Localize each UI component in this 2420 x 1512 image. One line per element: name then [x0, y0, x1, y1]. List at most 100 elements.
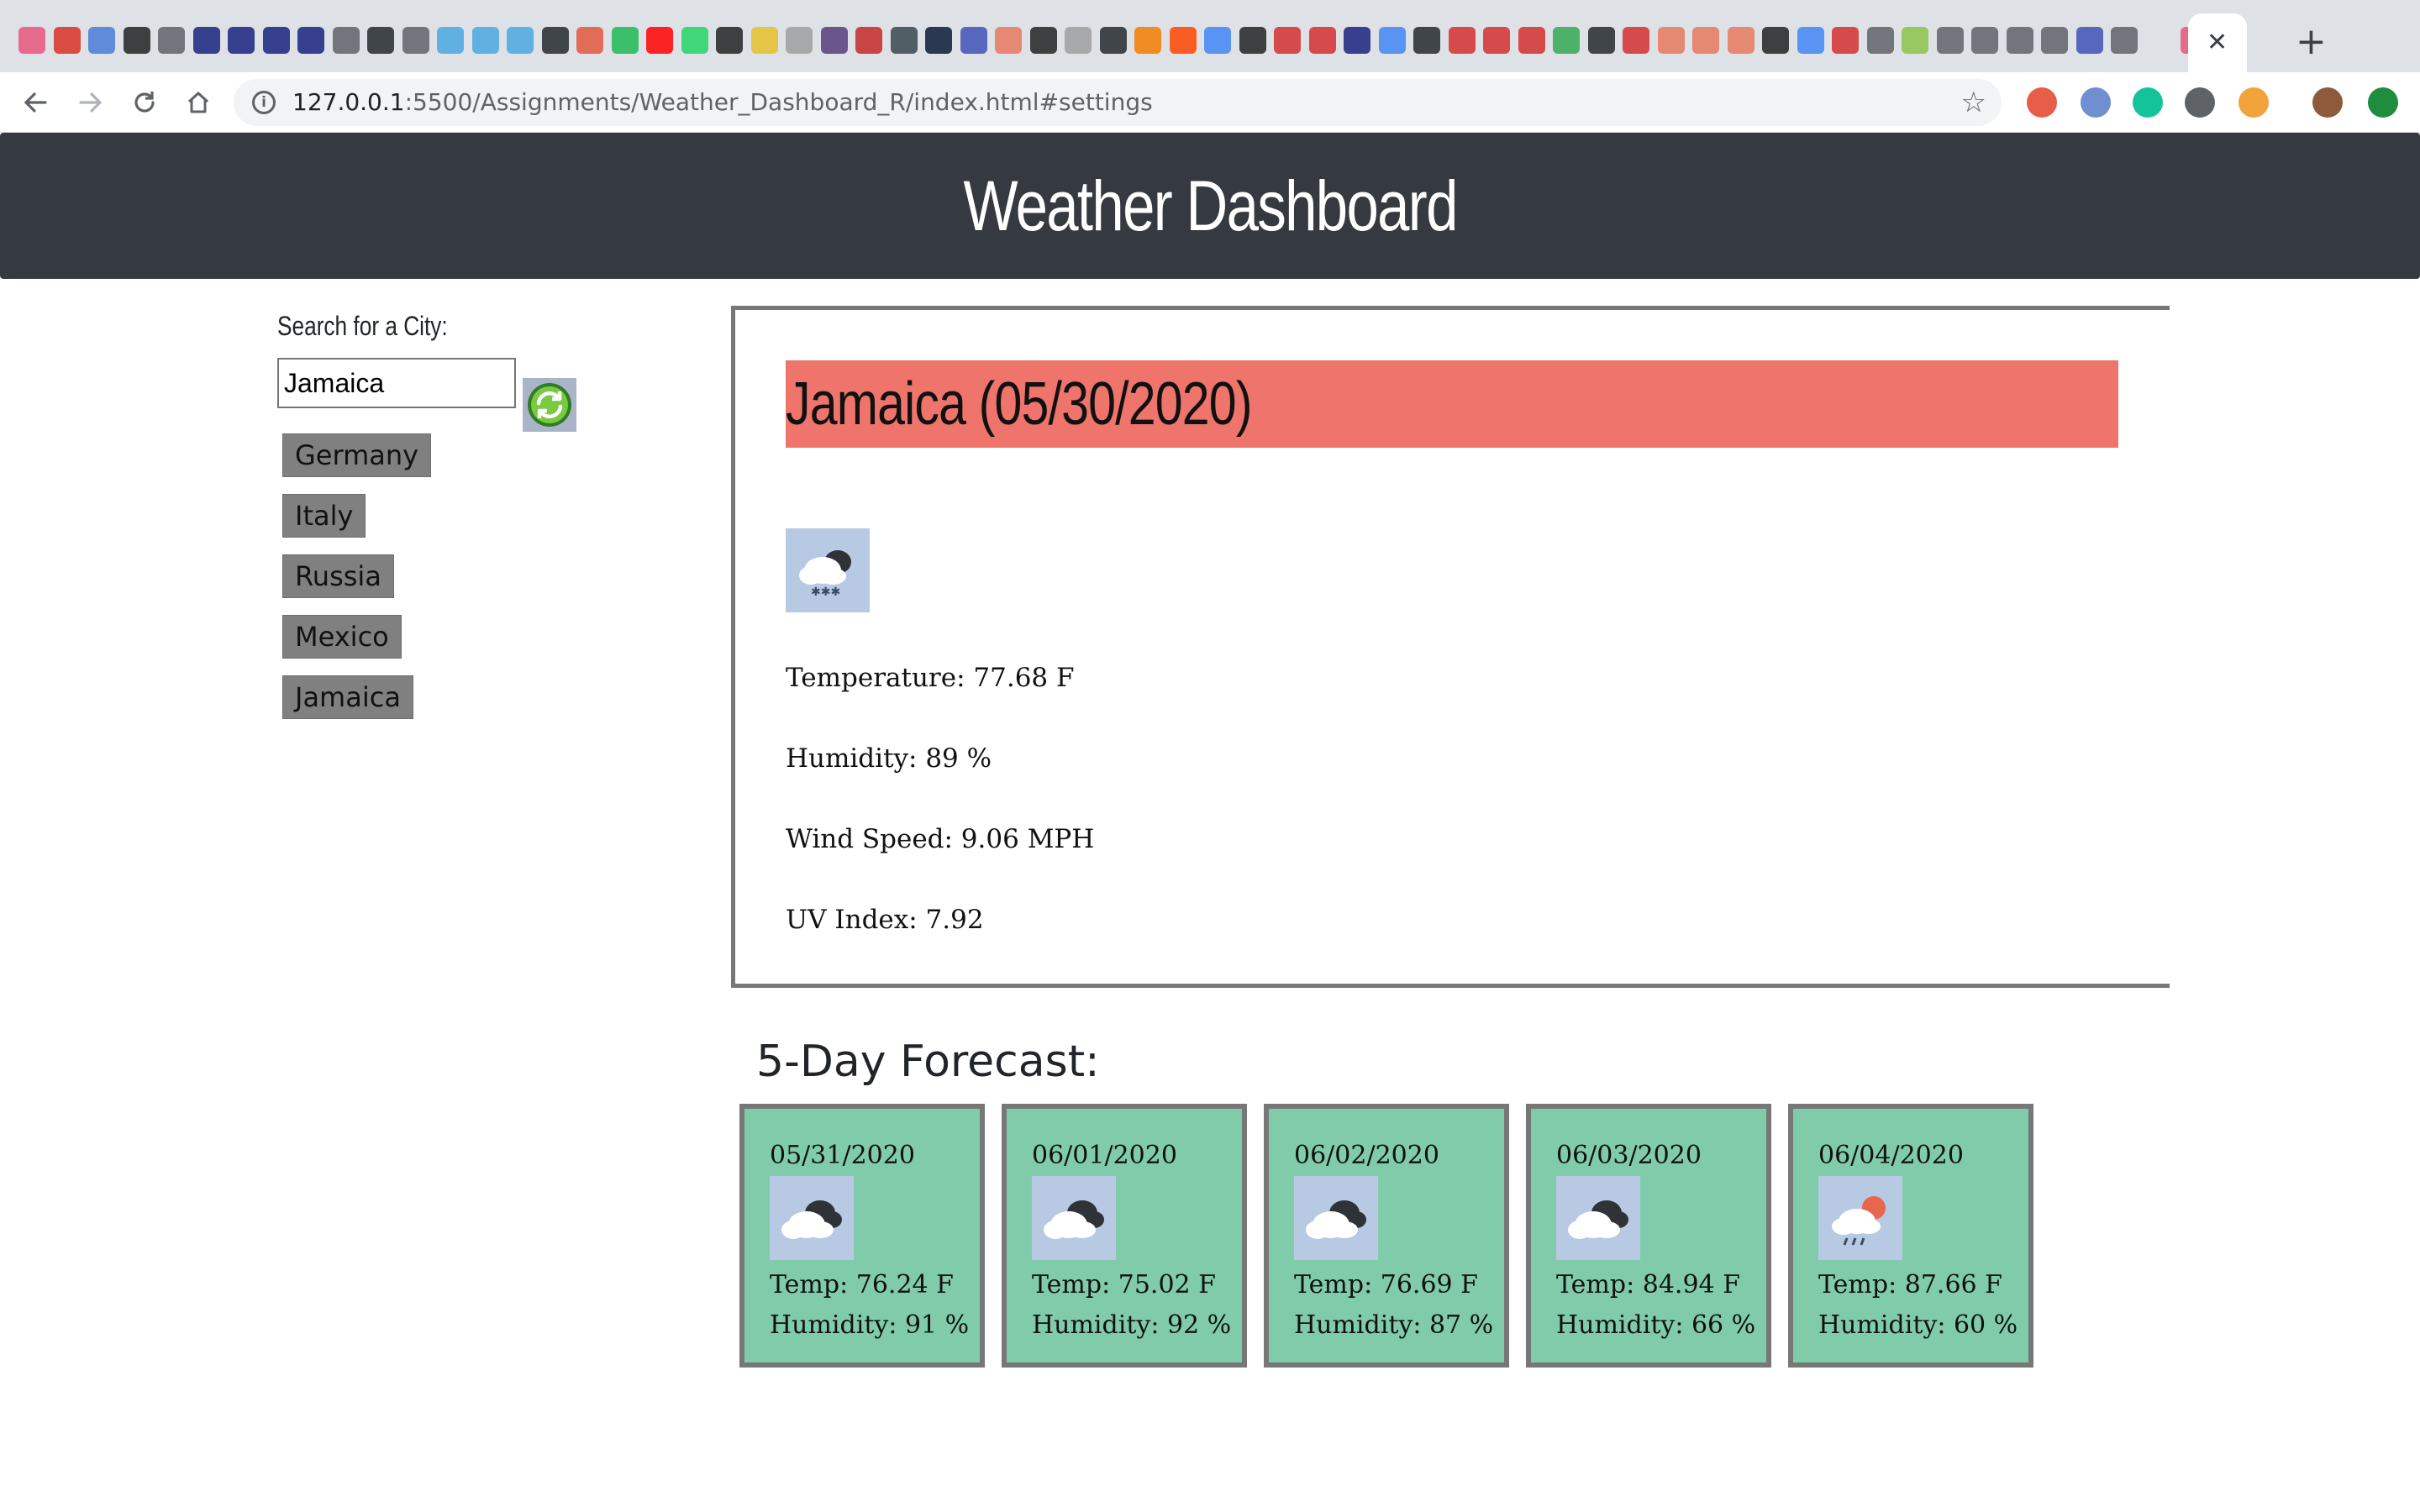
pinned-tab-favicon[interactable]: [332, 27, 360, 54]
close-tab-icon[interactable]: ✕: [2207, 30, 2228, 55]
pinned-tab-favicon[interactable]: [1623, 27, 1649, 54]
forecast-card: 06/03/2020 Temp: 84.94 F Humidity: 66 %: [1526, 1104, 1771, 1368]
browser-extension-icon[interactable]: [2312, 87, 2343, 118]
pinned-tab-favicon[interactable]: [1274, 27, 1301, 54]
browser-extension-icon[interactable]: [2133, 87, 2163, 118]
pinned-tab-favicon[interactable]: [2111, 27, 2138, 54]
pinned-tab-favicon[interactable]: [402, 27, 429, 54]
pinned-tab-favicon[interactable]: [507, 27, 534, 54]
active-tab[interactable]: ✕: [2188, 13, 2247, 72]
history-city-button[interactable]: Mexico: [282, 615, 402, 659]
browser-extension-icon[interactable]: [2027, 87, 2057, 118]
pinned-tab-favicon[interactable]: [1134, 27, 1161, 54]
search-button[interactable]: [523, 378, 576, 432]
pinned-tab-favicon[interactable]: [1378, 27, 1406, 54]
pinned-tab-favicon[interactable]: [611, 27, 639, 54]
refresh-icon: [528, 383, 571, 427]
pinned-tab-favicon[interactable]: [123, 27, 150, 54]
pinned-tab-favicon[interactable]: [1587, 27, 1615, 54]
pinned-tab-favicon[interactable]: [192, 27, 220, 54]
pinned-tab-favicon[interactable]: [995, 27, 1022, 54]
pinned-tab-favicon[interactable]: [1029, 27, 1057, 54]
pinned-tab-favicon[interactable]: [786, 27, 813, 54]
browser-extension-icon[interactable]: [2081, 87, 2111, 118]
reload-button[interactable]: [126, 84, 163, 121]
browser-extension-icon[interactable]: [2368, 87, 2398, 118]
history-city-button[interactable]: Germany: [282, 433, 432, 477]
history-city-button[interactable]: Jamaica: [282, 675, 413, 719]
forecast-temp: Temp: 84.94 F: [1556, 1270, 1740, 1299]
pinned-tab-favicon[interactable]: [18, 27, 45, 54]
pinned-tab-favicon[interactable]: [53, 27, 81, 54]
forecast-date: 06/01/2020: [1032, 1141, 1177, 1170]
pinned-tab-favicon[interactable]: [2041, 27, 2068, 54]
new-tab-button[interactable]: +: [2296, 24, 2327, 60]
url-path: :5500/Assignments/Weather_Dashboard_R/in…: [404, 88, 1153, 116]
pinned-tab-favicon[interactable]: [367, 27, 394, 54]
pinned-tab-favicon[interactable]: [890, 27, 918, 54]
pinned-tab-favicon[interactable]: [1204, 27, 1231, 54]
pinned-tab-favicon[interactable]: [1936, 27, 1964, 54]
pinned-tab-favicon[interactable]: [646, 27, 673, 54]
address-bar[interactable]: i 127.0.0.1:5500/Assignments/Weather_Das…: [234, 79, 2002, 126]
forward-button[interactable]: [72, 84, 109, 121]
pinned-tab-favicon[interactable]: [158, 27, 185, 54]
pinned-tab-favicon[interactable]: [1239, 27, 1266, 54]
pinned-tab-favicon[interactable]: [855, 27, 882, 54]
back-button[interactable]: [17, 84, 54, 121]
pinned-tab-favicon[interactable]: [1657, 27, 1685, 54]
pinned-tab-favicon[interactable]: [716, 27, 743, 54]
history-city-button[interactable]: Italy: [282, 494, 366, 538]
pinned-tab-favicon[interactable]: [1902, 27, 1928, 54]
pinned-tab-favicon[interactable]: [1553, 27, 1580, 54]
pinned-tab-favicon[interactable]: [820, 27, 848, 54]
pinned-tab-favicon[interactable]: [1483, 27, 1510, 54]
history-city-button[interactable]: Russia: [282, 554, 394, 598]
pinned-tab-favicon[interactable]: [925, 27, 952, 54]
pinned-tab-favicon[interactable]: [1099, 27, 1127, 54]
pinned-tab-favicon[interactable]: [1065, 27, 1092, 54]
pinned-tab-favicon[interactable]: [1413, 27, 1440, 54]
pinned-tab-favicon[interactable]: [2075, 27, 2103, 54]
pinned-tab-favicon[interactable]: [1518, 27, 1545, 54]
forecast-temp: Temp: 87.66 F: [1818, 1270, 2002, 1299]
broken-clouds-icon: [1294, 1176, 1378, 1260]
site-info-icon[interactable]: i: [252, 91, 276, 114]
forecast-humidity: Humidity: 92 %: [1032, 1310, 1232, 1340]
broken-clouds-icon: [770, 1176, 854, 1260]
pinned-tab-favicon[interactable]: [1692, 27, 1719, 54]
browser-extension-icon[interactable]: [2238, 87, 2269, 118]
pinned-tab-favicon[interactable]: [1308, 27, 1336, 54]
pinned-tab-favicon[interactable]: [1797, 27, 1824, 54]
pinned-tab-favicon[interactable]: [297, 27, 324, 54]
pinned-tab-favicon[interactable]: [1448, 27, 1476, 54]
pinned-tab-favicon[interactable]: [1727, 27, 1754, 54]
pinned-tab-favicon[interactable]: [960, 27, 987, 54]
pinned-tab-favicon[interactable]: [1866, 27, 1894, 54]
pinned-tab-favicon[interactable]: [1832, 27, 1859, 54]
pinned-tab-favicon[interactable]: [228, 27, 255, 54]
pinned-tab-favicon[interactable]: [1344, 27, 1370, 54]
pinned-tab-favicon[interactable]: [750, 27, 778, 54]
search-sidebar: Search for a City: Germany Italy Russia …: [277, 311, 630, 719]
pinned-tab-favicon[interactable]: [576, 27, 603, 54]
city-search-input[interactable]: [277, 358, 516, 408]
pinned-tab-favicon[interactable]: [2006, 27, 2033, 54]
pinned-tab-favicon[interactable]: [437, 27, 464, 54]
pinned-tab-favicon[interactable]: [1971, 27, 1998, 54]
browser-extension-icon[interactable]: [2185, 87, 2215, 118]
forecast-heading: 5-Day Forecast:: [756, 1037, 1100, 1087]
forecast-card: 06/04/2020 Temp: 87.66 F Humidity: 60 %: [1788, 1104, 2033, 1368]
page-title: Weather Dashboard: [963, 165, 1458, 245]
url-host: 127.0.0.1: [292, 88, 405, 116]
pinned-tab-favicon[interactable]: [1169, 27, 1197, 54]
url-text[interactable]: 127.0.0.1:5500/Assignments/Weather_Dashb…: [292, 89, 1153, 116]
pinned-tab-favicon[interactable]: [88, 27, 115, 54]
pinned-tab-favicon[interactable]: [262, 27, 290, 54]
home-button[interactable]: [180, 84, 217, 121]
pinned-tab-favicon[interactable]: [471, 27, 499, 54]
pinned-tab-favicon[interactable]: [1762, 27, 1789, 54]
bookmark-star-icon[interactable]: ☆: [1961, 86, 1986, 119]
pinned-tab-favicon[interactable]: [681, 27, 708, 54]
pinned-tab-favicon[interactable]: [541, 27, 569, 54]
